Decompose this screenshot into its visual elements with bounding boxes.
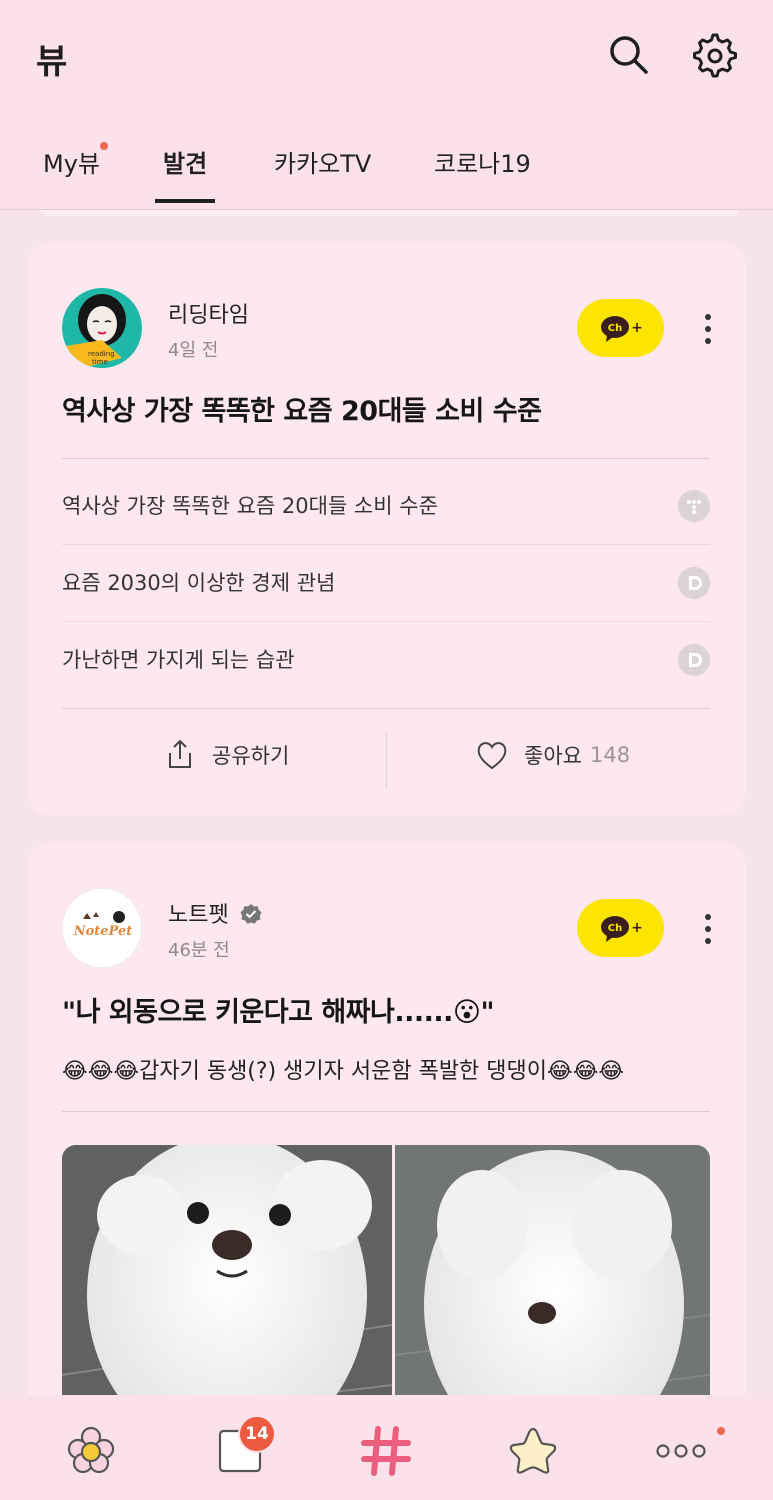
svg-text:Ch: Ch (607, 323, 621, 334)
nav-more[interactable] (653, 1423, 709, 1479)
nav-view[interactable] (358, 1423, 414, 1479)
related-article[interactable]: 요즘 2030의 이상한 경제 관념 (62, 545, 710, 622)
tistory-icon (678, 490, 710, 522)
related-article[interactable]: 가난하면 가지게 되는 습관 (62, 622, 710, 699)
post-time: 46분 전 (168, 940, 230, 961)
divider (62, 1111, 710, 1112)
tab-bar: My뷰 발견 카카오TV 코로나19 (0, 130, 773, 210)
gear-icon[interactable] (689, 30, 737, 78)
more-options-icon[interactable] (696, 309, 720, 349)
divider (62, 458, 710, 459)
hashtag-icon (361, 1426, 411, 1476)
verified-badge-icon (240, 904, 262, 924)
svg-text:Ch: Ch (607, 923, 621, 934)
unread-badge: 14 (238, 1415, 276, 1453)
bottom-nav: 14 (0, 1395, 773, 1500)
channel-avatar[interactable]: NotePet (62, 888, 142, 968)
channel-name[interactable]: 리딩타임 (168, 297, 249, 329)
card-description[interactable]: 😂😂😂갑자기 동생(?) 생기자 서운함 폭발한 댕댕이😂😂😂 (62, 1053, 624, 1085)
daum-icon (678, 644, 710, 676)
flower-icon (67, 1426, 115, 1474)
top-header: 뷰 My뷰 발견 카카오TV 코로나19 (0, 0, 773, 210)
action-separator (386, 733, 387, 789)
nav-home[interactable] (63, 1423, 119, 1479)
feed-card: reading time 리딩타임 4일 전 Ch + 역사상 가장 똑똑한 요… (28, 243, 745, 815)
divider (62, 708, 710, 709)
search-icon[interactable] (604, 30, 652, 78)
related-article[interactable]: 역사상 가장 똑똑한 요즘 20대들 소비 수준 (62, 468, 710, 545)
heart-icon (477, 742, 507, 770)
svg-text:+: + (631, 920, 643, 936)
more-options-icon[interactable] (696, 909, 720, 949)
tab-corona19[interactable]: 코로나19 (434, 144, 531, 199)
notification-dot (100, 142, 108, 150)
tab-kakao-tv[interactable]: 카카오TV (274, 144, 371, 199)
svg-text:reading: reading (88, 350, 115, 358)
tab-my-view[interactable]: My뷰 (43, 142, 108, 199)
app-title: 뷰 (36, 42, 67, 82)
daum-icon (678, 567, 710, 599)
notification-dot (717, 1427, 725, 1435)
channel-avatar[interactable]: reading time (62, 288, 142, 368)
like-button[interactable]: 좋아요 148 (474, 737, 630, 773)
card-title[interactable]: 역사상 가장 똑똑한 요즘 20대들 소비 수준 (62, 389, 715, 428)
share-button[interactable]: 공유하기 (162, 737, 289, 773)
add-channel-button[interactable]: Ch + (577, 299, 664, 357)
svg-text:time: time (92, 358, 108, 366)
nav-shopping[interactable] (505, 1423, 561, 1479)
svg-text:+: + (631, 320, 643, 336)
post-time: 4일 전 (168, 340, 219, 361)
svg-text:NotePet: NotePet (73, 924, 133, 939)
channel-name[interactable]: 노트펫 (168, 897, 262, 929)
feed-card: NotePet 노트펫 46분 전 Ch + "나 외동으로 키운다고 해짜나.… (28, 843, 745, 1445)
card-title[interactable]: "나 외동으로 키운다고 해짜나......😮" (62, 990, 715, 1029)
like-count: 148 (589, 743, 631, 767)
tab-discover[interactable]: 발견 (155, 144, 216, 203)
star-icon (509, 1427, 557, 1474)
previous-card-edge (42, 210, 738, 216)
share-icon (169, 739, 191, 768)
more-dots-icon (656, 1444, 706, 1458)
add-channel-button[interactable]: Ch + (577, 899, 664, 957)
